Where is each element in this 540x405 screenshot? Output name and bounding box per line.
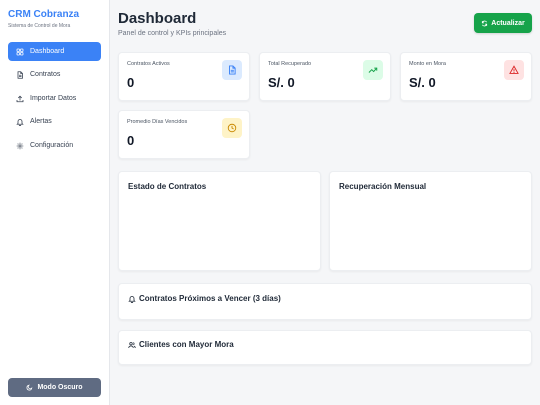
page-title: Dashboard <box>118 10 197 27</box>
refresh-icon <box>482 20 488 26</box>
sidebar-item-contratos[interactable]: Contratos <box>8 65 101 84</box>
gear-icon <box>16 142 24 149</box>
monthly-recovery-panel: Recuperación Mensual <box>329 171 532 271</box>
panel-title: Clientes con Mayor Mora <box>128 340 234 349</box>
stat-card-total-recuperado: Total Recuperado S/. 0 <box>259 52 391 101</box>
stat-label: Total Recuperado <box>268 61 312 67</box>
panel-title-text: Contratos Próximos a Vencer (3 días) <box>139 294 281 303</box>
stat-card-promedio-dias-vencidos: Promedio Días Vencidos 0 <box>118 110 250 159</box>
top-overdue-clients-panel: Clientes con Mayor Mora <box>118 330 532 365</box>
sidebar-item-label: Dashboard <box>30 48 65 55</box>
document-icon <box>17 70 23 79</box>
stat-value: 0 <box>127 75 135 90</box>
bell-icon <box>128 295 136 303</box>
warning-icon <box>504 60 524 80</box>
sidebar-item-label: Contratos <box>30 71 61 78</box>
sidebar-item-label: Alertas <box>30 118 52 125</box>
stat-value: S/. 0 <box>409 75 436 90</box>
app-brand-subtitle: Sistema de Control de Mora <box>8 23 71 29</box>
upload-icon <box>16 95 24 102</box>
stat-label: Monto en Mora <box>409 61 446 67</box>
sidebar-item-dashboard[interactable]: Dashboard <box>8 42 101 61</box>
document-icon <box>222 60 242 80</box>
stat-value: S/. 0 <box>268 75 295 90</box>
users-icon <box>128 341 136 348</box>
dashboard-icon <box>16 48 24 55</box>
expiring-contracts-panel: Contratos Próximos a Vencer (3 días) <box>118 283 532 320</box>
panel-title: Estado de Contratos <box>128 182 207 191</box>
moon-icon <box>26 384 33 391</box>
sidebar-item-configuracion[interactable]: Configuración <box>8 136 101 155</box>
sidebar: CRM Cobranza Sistema de Control de Mora … <box>0 0 110 405</box>
stat-card-contratos-activos: Contratos Activos 0 <box>118 52 250 101</box>
stat-card-monto-en-mora: Monto en Mora S/. 0 <box>400 52 532 101</box>
bell-icon <box>16 118 24 126</box>
refresh-label: Actualizar <box>491 19 525 27</box>
sidebar-item-alertas[interactable]: Alertas <box>8 112 101 131</box>
stat-label: Contratos Activos <box>127 61 170 67</box>
stat-value: 0 <box>127 133 135 148</box>
panel-title-text: Clientes con Mayor Mora <box>139 340 234 349</box>
page-subtitle: Panel de control y KPIs principales <box>118 30 227 37</box>
contract-status-panel: Estado de Contratos <box>118 171 321 271</box>
clock-icon <box>222 118 242 138</box>
app-brand: CRM Cobranza <box>8 9 80 20</box>
sidebar-item-label: Importar Datos <box>30 95 77 102</box>
panel-title: Contratos Próximos a Vencer (3 días) <box>128 294 281 303</box>
refresh-button[interactable]: Actualizar <box>474 13 532 33</box>
sidebar-item-label: Configuración <box>30 142 74 149</box>
panel-title: Recuperación Mensual <box>339 182 427 191</box>
stat-label: Promedio Días Vencidos <box>127 119 188 125</box>
sidebar-item-importar-datos[interactable]: Importar Datos <box>8 89 101 108</box>
trending-up-icon <box>363 60 383 80</box>
dark-mode-label: Modo Oscuro <box>37 384 83 391</box>
dark-mode-button[interactable]: Modo Oscuro <box>8 378 101 397</box>
